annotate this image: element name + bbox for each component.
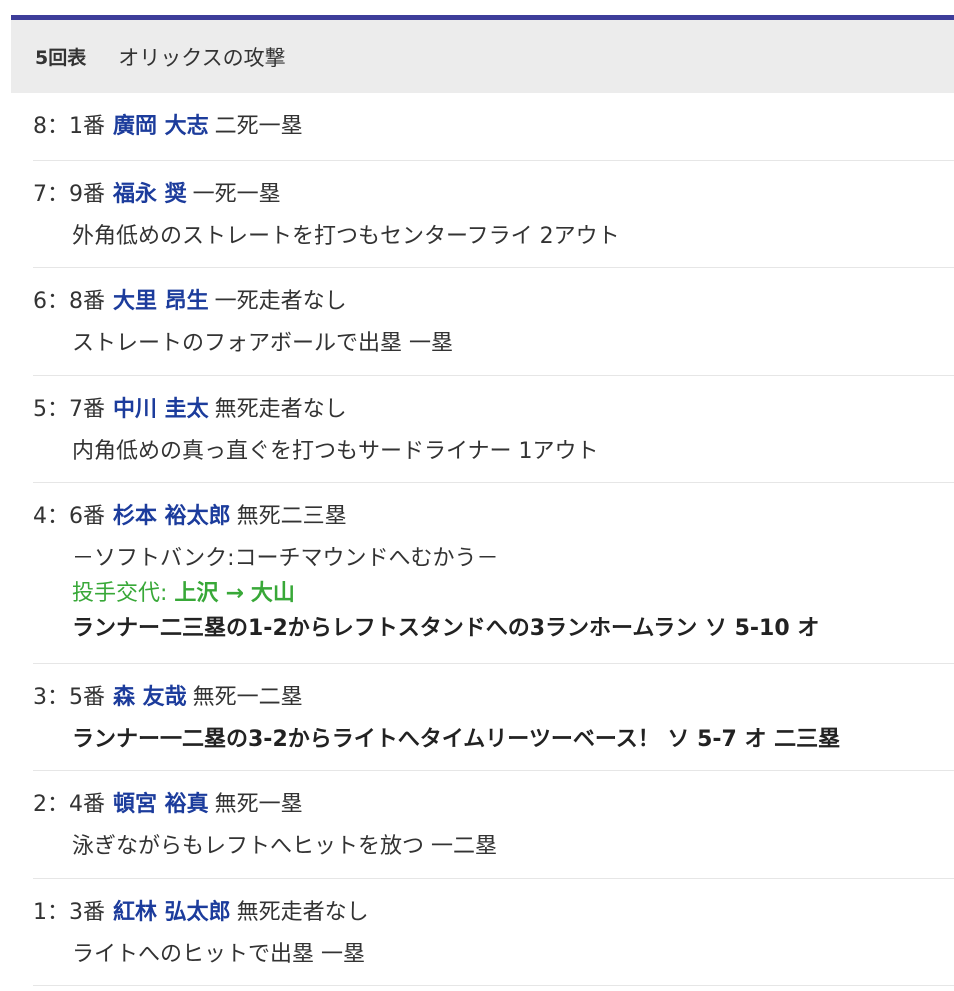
attacking-team-label: オリックスの攻撃 <box>118 45 286 70</box>
batting-order: 6：8番 <box>33 289 105 314</box>
at-bat-item: 7：9番 福永 奨一死一塁 外角低めのストレートを打つもセンターフライ 2アウト <box>33 161 954 268</box>
at-bat-header: 5：7番 中川 圭太 無死走者なし <box>33 396 347 424</box>
play-description: 泳ぎながらもレフトへヒットを放つ 一二塁 <box>72 834 497 859</box>
player-name-link[interactable]: 廣岡 大志 <box>113 114 209 139</box>
at-bat-item: 5：7番 中川 圭太 無死走者なし 内角低めの真っ直ぐを打つもサードライナー 1アウ… <box>33 376 954 483</box>
base-situation: 二死一塁 <box>214 114 303 139</box>
inning-header: 5回表 オリックスの攻撃 <box>11 20 954 93</box>
base-situation: 一死一塁 <box>192 182 281 207</box>
base-situation: 無死走者なし <box>214 397 347 422</box>
batting-order: 3：5番 <box>33 685 105 710</box>
at-bat-header: 6：8番 大里 昂生 一死走者なし <box>33 288 347 316</box>
at-bat-header: 7：9番 福永 奨一死一塁 <box>33 181 281 209</box>
base-situation: 無死一二塁 <box>192 685 303 710</box>
at-bat-item: 8：1番 廣岡 大志 二死一塁 <box>33 93 954 161</box>
at-bat-item: 3：5番森 友哉 無死一二塁 ランナー一二塁の3-2からライトへタイムリーツーベー… <box>33 664 954 771</box>
at-bat-header: 4：6番 杉本 裕太郎 無死二三塁 <box>33 503 347 531</box>
base-situation: 無死二三塁 <box>236 504 347 529</box>
player-name-link[interactable]: 紅林 弘太郎 <box>113 900 231 925</box>
player-name-link[interactable]: 杉本 裕太郎 <box>113 504 231 529</box>
at-bat-header: 8：1番 廣岡 大志 二死一塁 <box>33 113 303 141</box>
player-name-link[interactable]: 頓宮 裕真 <box>113 792 209 817</box>
coach-visit-event: －ソフトバンク:コーチマウンドへむかう－ <box>72 546 499 571</box>
player-name-link[interactable]: 森 友哉 <box>113 685 187 710</box>
outgoing-pitcher: 上沢 <box>174 581 219 606</box>
base-situation: 無死一塁 <box>214 792 303 817</box>
base-situation: 無死走者なし <box>236 900 369 925</box>
at-bat-header: 3：5番森 友哉 無死一二塁 <box>33 684 303 712</box>
pitching-change-label: 投手交代: <box>72 581 168 606</box>
at-bat-item: 4：6番 杉本 裕太郎 無死二三塁 －ソフトバンク:コーチマウンドへむかう－ 投手交… <box>33 483 954 664</box>
batting-order: 1：3番 <box>33 900 105 925</box>
base-situation: 一死走者なし <box>214 289 347 314</box>
inning-label: 5回表 <box>35 47 87 69</box>
player-name-link[interactable]: 中川 圭太 <box>113 397 209 422</box>
at-bat-header: 2：4番 頓宮 裕真 無死一塁 <box>33 791 303 819</box>
player-name-link[interactable]: 大里 昂生 <box>113 289 209 314</box>
play-description: 内角低めの真っ直ぐを打つもサードライナー 1アウト <box>72 439 599 464</box>
at-bat-item: 1：3番 紅林 弘太郎 無死走者なし ライトへのヒットで出塁 一塁 <box>33 879 954 986</box>
batting-order: 5：7番 <box>33 397 105 422</box>
scoring-play: ランナー一二塁の3-2からライトへタイムリーツーベース！ ソ 5-7 オ 二三塁 <box>72 727 841 752</box>
play-description: ストレートのフォアボールで出塁 一塁 <box>72 331 453 356</box>
at-bat-header: 1：3番 紅林 弘太郎 無死走者なし <box>33 899 369 927</box>
incoming-pitcher: 大山 <box>250 581 295 606</box>
change-arrow-icon: → <box>225 581 244 606</box>
pitching-change: 投手交代: 上沢 → 大山 <box>72 580 295 608</box>
batting-order: 8：1番 <box>33 114 105 139</box>
batting-order: 2：4番 <box>33 792 105 817</box>
batting-order: 7：9番 <box>33 182 105 207</box>
scoring-play: ランナー二三塁の1-2からレフトスタンドへの3ランホームラン ソ 5-10 オ <box>72 616 820 641</box>
at-bat-item: 2：4番 頓宮 裕真 無死一塁 泳ぎながらもレフトへヒットを放つ 一二塁 <box>33 771 954 879</box>
play-by-play-list: 8：1番 廣岡 大志 二死一塁 7：9番 福永 奨一死一塁 外角低めのストレートを打つ… <box>33 93 954 986</box>
play-description: 外角低めのストレートを打つもセンターフライ 2アウト <box>72 224 620 249</box>
at-bat-item: 6：8番 大里 昂生 一死走者なし ストレートのフォアボールで出塁 一塁 <box>33 268 954 376</box>
player-name-link[interactable]: 福永 奨 <box>113 182 187 207</box>
play-description: ライトへのヒットで出塁 一塁 <box>72 942 365 967</box>
batting-order: 4：6番 <box>33 504 105 529</box>
